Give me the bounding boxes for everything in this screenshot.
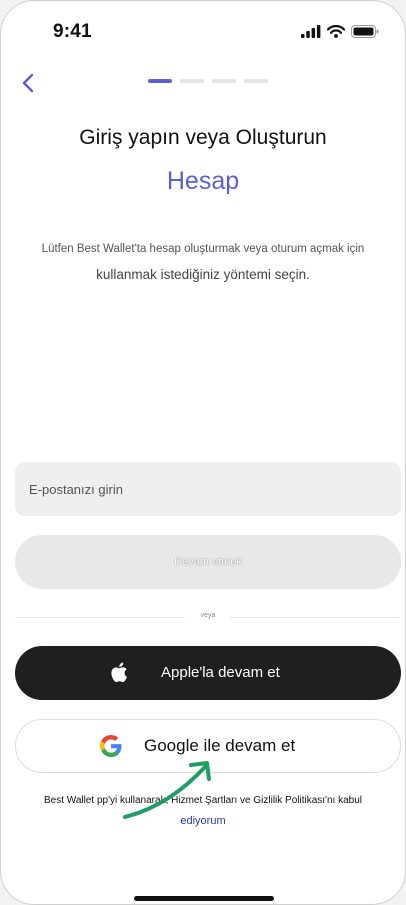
wifi-icon <box>327 25 345 38</box>
description-line-2: kullanmak istediğiniz yöntemi seçin. <box>96 267 310 282</box>
continue-button[interactable]: Devam etmek <box>15 535 401 589</box>
step-1 <box>148 79 172 83</box>
page-title: Giriş yapın veya Oluşturun <box>79 126 327 149</box>
annotation-arrow-icon <box>123 761 211 819</box>
step-indicator <box>148 79 268 83</box>
status-time: 9:41 <box>53 21 92 42</box>
apple-signin-button[interactable]: Apple'la devam et <box>15 646 401 700</box>
battery-icon <box>351 25 379 38</box>
description-line-1: Lütfen Best Wallet'ta hesap oluşturmak v… <box>41 243 365 255</box>
step-3 <box>212 79 236 83</box>
continue-button-label: Devam etmek <box>174 556 242 568</box>
or-divider: veya <box>15 612 399 619</box>
home-indicator <box>134 896 274 901</box>
apple-signin-label: Apple'la devam et <box>161 664 280 681</box>
cellular-signal-icon <box>301 25 321 38</box>
or-divider-label: veya <box>200 612 216 619</box>
page-subtitle: Hesap <box>166 167 240 195</box>
email-input[interactable] <box>15 462 401 516</box>
back-arrow-icon[interactable] <box>19 71 39 95</box>
status-bar: 9:41 <box>1 1 405 61</box>
step-2 <box>180 79 204 83</box>
phone-screen: 9:41 Giriş yapın veya Oluşturun Hesap Lü… <box>0 0 406 905</box>
status-icons <box>301 25 379 38</box>
step-4 <box>244 79 268 83</box>
apple-logo-icon <box>111 662 127 683</box>
